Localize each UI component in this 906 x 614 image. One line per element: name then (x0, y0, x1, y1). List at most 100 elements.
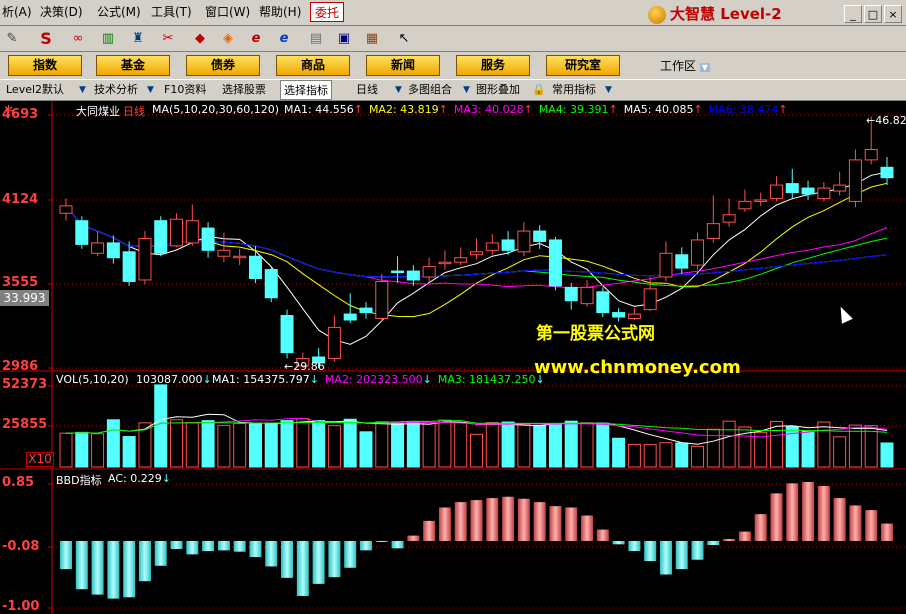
tab-common-indicator[interactable]: 常用指标 (552, 80, 596, 100)
bbd-bar-negative (644, 540, 657, 562)
maximize-button[interactable]: □ (864, 5, 882, 23)
menu-help[interactable]: 帮助(H) (259, 4, 301, 20)
bbd-bar-negative (707, 540, 720, 545)
bbd-bar-negative (359, 540, 372, 551)
candle-up (375, 280, 389, 319)
dropdown-arrow-icon[interactable]: ▼ (78, 84, 87, 96)
volume-bar-down (201, 420, 215, 468)
candle-down (880, 166, 894, 179)
s-icon[interactable]: S (36, 29, 56, 49)
bbd-bar-positive (881, 523, 893, 541)
bbd-bar-negative (186, 540, 199, 555)
menu-decision[interactable]: 决策(D) (40, 4, 83, 20)
volume-bar-up (485, 422, 499, 468)
workspace-dropdown[interactable]: 工作区 ▼ (660, 57, 710, 74)
stock-chart-svg[interactable] (0, 101, 906, 614)
notepad-icon[interactable]: ▤ (306, 29, 326, 49)
volume-axis-label: 52373 (2, 377, 48, 392)
candle-down (596, 291, 610, 314)
volume-bar-down (154, 384, 168, 468)
dropdown-arrow-icon[interactable]: ▼ (462, 84, 471, 96)
globe-icon[interactable]: e (274, 29, 294, 49)
pin-icon[interactable]: ✂ (158, 29, 178, 49)
candle-up (454, 257, 468, 263)
nav-fund-button[interactable]: 基金 (96, 55, 170, 76)
tab-overlay[interactable]: 图形叠加 (476, 80, 520, 100)
bbd-bar-negative (249, 540, 262, 558)
candle-down (612, 312, 626, 318)
candle-down (343, 313, 357, 321)
tower-icon[interactable]: ♜ (128, 29, 148, 49)
bbd-bar-negative (344, 540, 357, 568)
dropdown-arrow-icon[interactable]: ▼ (146, 84, 155, 96)
candle-up (327, 326, 341, 360)
volume-bar-down (264, 422, 278, 468)
up-arrow-icon: ↑ (353, 103, 363, 116)
dropdown-arrow-icon[interactable]: ▼ (604, 84, 613, 96)
chevron-down-icon: ▼ (699, 63, 710, 72)
bbd-bar-positive (581, 515, 594, 541)
dropdown-arrow-icon[interactable]: ▼ (394, 84, 403, 96)
chart-area[interactable]: ✲ 大同煤业 日线 MA(5,10,20,30,60,120) MA1: 44.… (0, 101, 906, 614)
glasses-icon[interactable]: ∞ (68, 29, 88, 49)
up-arrow-icon: ↑ (693, 103, 703, 116)
close-button[interactable]: × (884, 5, 902, 23)
window-icon[interactable]: ▣ (334, 29, 354, 49)
candle-down (106, 242, 120, 259)
books-icon[interactable]: ▦ (362, 29, 382, 49)
ma-value-6: MA6: 38.474↑ (708, 103, 788, 116)
menu-tools[interactable]: 工具(T) (151, 4, 192, 20)
bbd-bar-negative (628, 540, 641, 552)
nav-news-button[interactable]: 新闻 (366, 55, 440, 76)
candle-up (185, 220, 199, 244)
nav-commodity-button[interactable]: 商品 (276, 55, 350, 76)
nav-research-button[interactable]: 研究室 (546, 55, 620, 76)
volume-bar-down (122, 436, 136, 468)
volume-bar-up (470, 433, 483, 468)
up-arrow-icon: ↑ (608, 103, 618, 116)
tab-select-stock[interactable]: 选择股票 (222, 80, 266, 100)
tab-level2-default[interactable]: Level2默认 (6, 80, 64, 100)
ma-params: MA(5,10,20,30,60,120) (152, 103, 280, 116)
high-marker: ←46.82 (866, 114, 906, 127)
diamond-icon[interactable]: ◆ (190, 29, 210, 49)
candle-down (201, 227, 215, 251)
tab-multi-chart[interactable]: 多图组合 (408, 80, 452, 100)
up-arrow-icon: ↑ (438, 103, 448, 116)
candle-up (833, 184, 847, 192)
menu-window[interactable]: 窗口(W) (205, 4, 250, 20)
bbd-bar-negative (391, 540, 404, 549)
tab-daily[interactable]: 日线 (356, 80, 378, 100)
pointer-help-icon[interactable]: ↖ (394, 29, 414, 49)
bars-icon[interactable]: ▥ (98, 29, 118, 49)
volume-bar-up (517, 423, 531, 468)
volume-bar-up (185, 422, 199, 468)
volume-bar-up (643, 444, 657, 468)
nav-bond-button[interactable]: 债券 (186, 55, 260, 76)
ruler-icon[interactable]: ✎ (2, 29, 22, 49)
lock-icon[interactable]: 🔒 (532, 80, 546, 100)
menu-analysis[interactable]: 析(A) (2, 4, 32, 20)
tab-technical-analysis[interactable]: 技术分析 (94, 80, 138, 100)
e-icon[interactable]: ◈ (218, 29, 238, 49)
bbd-bar-negative (217, 540, 230, 551)
price-axis-label: 4124 (2, 192, 39, 207)
nav-service-button[interactable]: 服务 (456, 55, 530, 76)
minimize-button[interactable]: _ (844, 5, 862, 23)
nav-index-button[interactable]: 指数 (8, 55, 82, 76)
candle-up (864, 149, 878, 161)
tab-f10[interactable]: F10资料 (164, 80, 206, 100)
brand-logo-icon (648, 5, 666, 24)
e-letter-icon[interactable]: e (246, 29, 266, 49)
volume-bar-up (454, 422, 468, 468)
menu-entrust[interactable]: 委托 (310, 2, 344, 22)
bbd-title: BBD指标 (56, 474, 102, 487)
bbd-bar-positive (865, 510, 878, 541)
bbd-bar-positive (786, 483, 799, 541)
candle-up (722, 214, 736, 223)
bbd-bar-negative (312, 540, 325, 584)
tab-select-indicator[interactable]: 选择指标 (280, 80, 332, 100)
bbd-bar-negative (375, 540, 388, 542)
candle-up (422, 266, 436, 278)
menu-formula[interactable]: 公式(M) (97, 4, 141, 20)
